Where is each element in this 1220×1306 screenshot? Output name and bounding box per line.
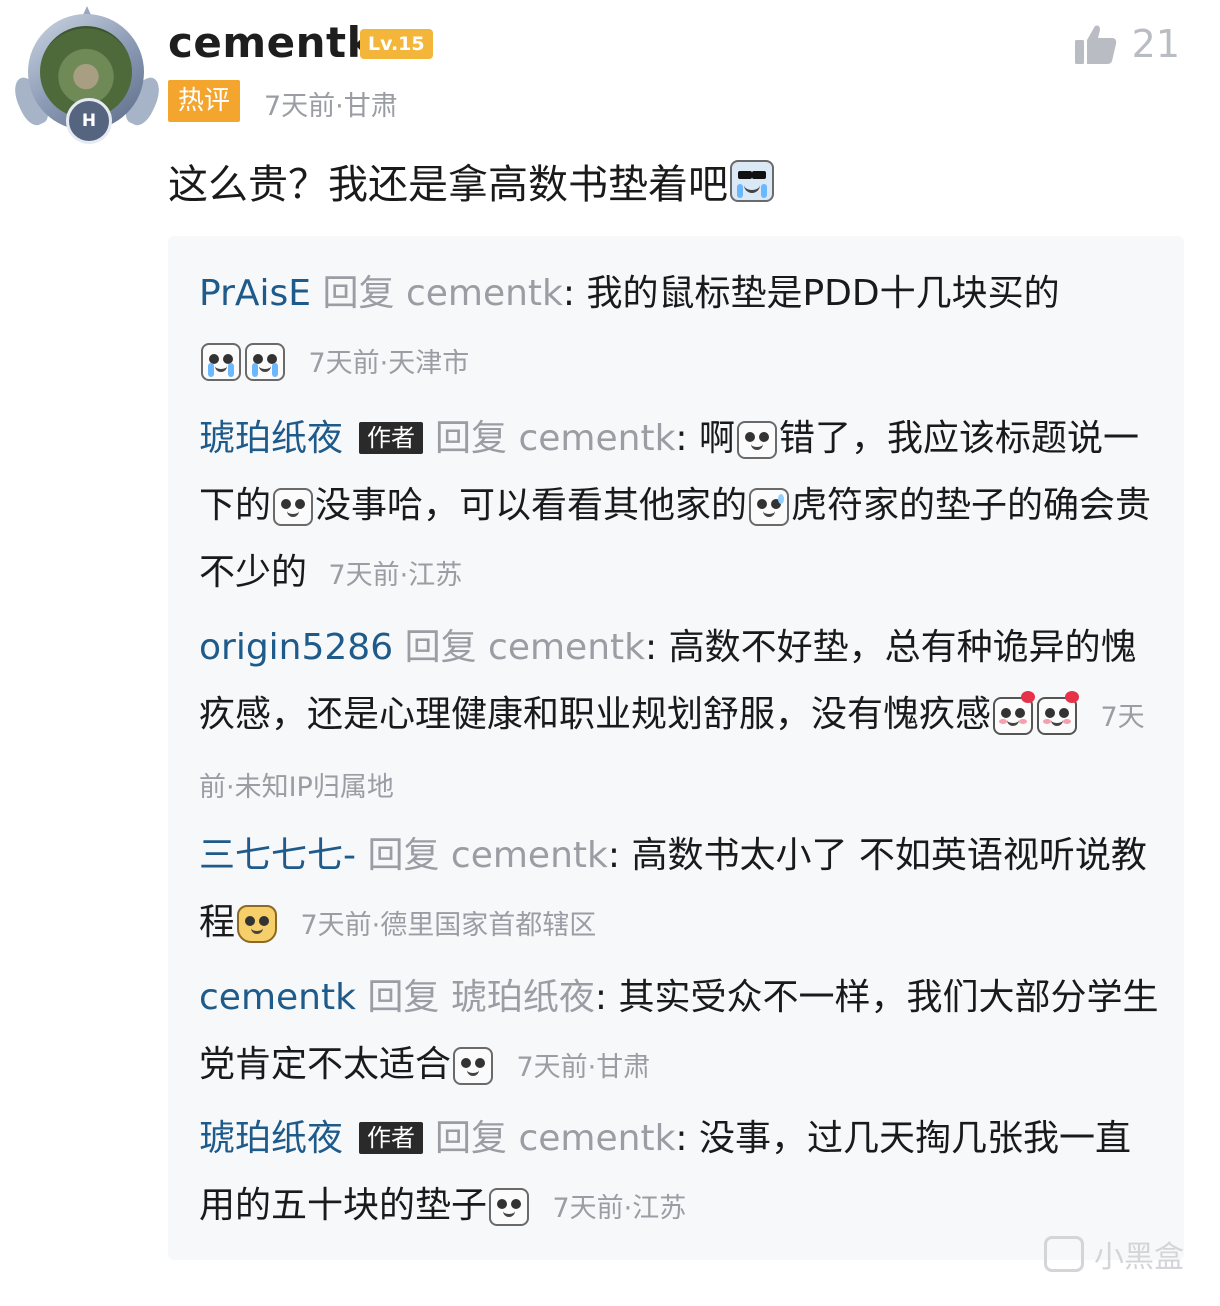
hot-comment-tag: 热评 [168, 80, 241, 122]
reply-colon: : [675, 1118, 688, 1159]
reply-word: 回复 [367, 977, 440, 1018]
blush-bow-emoji-icon [993, 691, 1036, 735]
reply-target[interactable]: cementk [406, 273, 563, 314]
reply-target[interactable]: 琥珀纸夜 [451, 977, 595, 1018]
watermark-text: 小黑盒 [1094, 1240, 1184, 1275]
author-tag: 作者 [359, 422, 424, 454]
blush-bow-emoji-icon [1037, 691, 1080, 735]
surprised-emoji-icon [737, 421, 778, 459]
reply-item[interactable]: cementk 回复 琥珀纸夜: 其实受众不一样，我们大部分学生党肯定不太适合 … [199, 964, 1159, 1101]
reply-text: 没事哈，可以看看其他家的 [315, 485, 748, 526]
heybox-logo-icon [1044, 1236, 1084, 1272]
laugh-cry-emoji-icon [201, 343, 241, 381]
level-badge: Lv.15 [360, 29, 433, 59]
reply-author[interactable]: PrAisE [199, 273, 311, 314]
reply-colon: : [607, 835, 620, 876]
reply-item[interactable]: origin5286 回复 cementk: 高数不好垫，总有种诡异的愧疚感，还… [199, 614, 1159, 821]
reply-time: 7天前·天津市 [308, 348, 470, 379]
comment-meta: 7天前·甘肃 [264, 91, 398, 122]
reply-author[interactable]: origin5286 [199, 627, 393, 668]
reply-author[interactable]: cementk [199, 977, 356, 1018]
reply-colon: : [594, 977, 608, 1018]
reply-text: 我的鼠标垫是PDD十几块买的 [575, 273, 1060, 314]
reply-target[interactable]: cementk [518, 418, 675, 459]
reply-colon: : [644, 627, 658, 668]
reply-word: 回复 [435, 1118, 508, 1159]
reply-word: 回复 [435, 418, 508, 459]
reply-word: 回复 [404, 627, 477, 668]
grin-emoji-icon [453, 1047, 494, 1085]
reply-item[interactable]: 三七七七- 回复 cementk: 高数书太小了 不如英语视听说教程 7天前·德… [199, 822, 1159, 959]
like-button[interactable]: 21 [1074, 22, 1180, 66]
heybox-badge-icon: H [66, 98, 112, 144]
reply-item[interactable]: 琥珀纸夜 作者 回复 cementk: 没事，过几天掏几张我一直用的五十块的垫子 7… [199, 1105, 1159, 1242]
reply-item[interactable]: 琥珀纸夜 作者 回复 cementk: 啊错了，我应该标题说一下的 没事哈，可以看看其… [199, 405, 1159, 609]
reply-time: 7天前·甘肃 [516, 1052, 651, 1083]
laugh-cry-emoji-icon [245, 343, 285, 381]
cat-emoji-icon [237, 905, 278, 943]
reply-author[interactable]: 琥珀纸夜 [199, 418, 343, 459]
reply-time: 7天前·江苏 [328, 560, 463, 591]
reply-author[interactable]: 三七七七- [199, 835, 356, 876]
comment-text: 这么贵？我还是拿高数书垫着吧 [168, 162, 728, 208]
reply-colon: : [675, 418, 688, 459]
reply-word: 回复 [322, 273, 395, 314]
like-count: 21 [1131, 22, 1180, 66]
sweat-emoji-icon [749, 488, 790, 526]
sunglasses-cry-emoji-icon [730, 160, 774, 202]
thumbs-up-icon [1074, 25, 1116, 64]
reply-target[interactable]: cementk [451, 835, 608, 876]
reply-item[interactable]: PrAisE 回复 cementk: 我的鼠标垫是PDD十几块买的 7天前·天津… [199, 260, 1159, 397]
comment-username[interactable]: cementk [168, 18, 375, 67]
reply-colon: : [562, 273, 576, 314]
replies-panel: PrAisE 回复 cementk: 我的鼠标垫是PDD十几块买的 7天前·天津… [168, 236, 1184, 1260]
reply-text: 啊 [687, 418, 736, 459]
reply-target[interactable]: cementk [488, 627, 645, 668]
reply-target[interactable]: cementk [518, 1118, 675, 1159]
reply-word: 回复 [367, 835, 440, 876]
comment-body: 这么贵？我还是拿高数书垫着吧 [168, 152, 776, 210]
user-avatar[interactable]: H [8, 6, 166, 144]
reply-time: 7天前·江苏 [552, 1193, 687, 1224]
reply-time: 7天前·德里国家首都辖区 [300, 910, 597, 941]
heybox-watermark: 小黑盒 [1044, 1232, 1184, 1276]
reply-author[interactable]: 琥珀纸夜 [199, 1118, 343, 1159]
author-tag: 作者 [359, 1122, 424, 1154]
surprised-emoji-icon [273, 488, 314, 526]
grin-emoji-icon [489, 1188, 530, 1226]
